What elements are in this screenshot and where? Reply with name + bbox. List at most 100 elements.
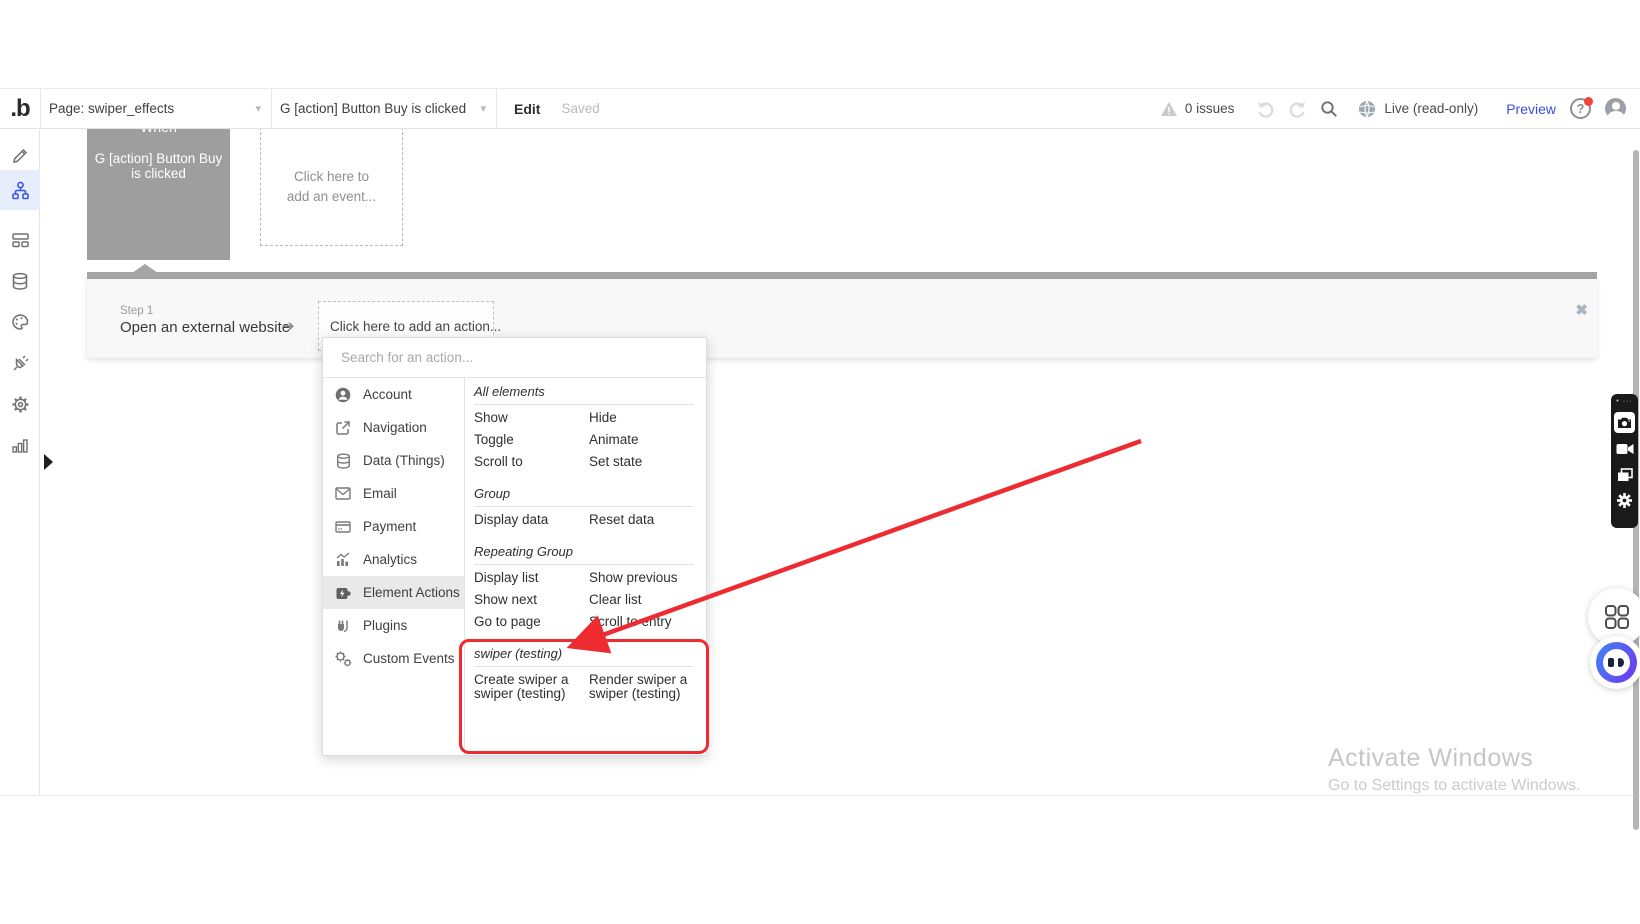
page-selector-dropdown[interactable]: Page: swiper_effects ▾ [41,89,271,128]
bubble-workflow-editor: .b Page: swiper_effects ▾ G [action] But… [0,0,1640,924]
category-analytics[interactable]: Analytics [323,543,464,576]
action-item-display-data[interactable]: Display data [474,509,589,531]
editor-sidebar [0,130,40,795]
sidebar-item-plugins[interactable] [0,343,40,383]
category-payment[interactable]: Payment [323,510,464,543]
windows-activation-watermark: Activate Windows Go to Settings to activ… [1328,744,1581,795]
top-toolbar: .b Page: swiper_effects ▾ G [action] But… [0,88,1640,129]
bubble-logo[interactable]: .b [0,89,40,128]
assistant-button[interactable] [1590,636,1640,689]
screen-capture-toolbar: • ··· [1611,394,1638,528]
help-button[interactable]: ? [1570,98,1591,119]
category-email[interactable]: Email [323,477,464,510]
components-icon [11,231,30,249]
pencil-icon [11,147,29,165]
step-action-title[interactable]: Open an external website [120,319,290,336]
page-selector-label: Page: swiper_effects [49,101,174,116]
category-plugins[interactable]: Plugins [323,609,464,642]
watermark-title: Activate Windows [1328,744,1581,773]
action-item-show[interactable]: Show [474,407,589,429]
sidebar-item-components[interactable] [0,220,40,260]
issues-indicator[interactable]: 0 issues [1160,101,1249,117]
section-header-swiper-testing: swiper (testing) [474,642,694,667]
category-data-things[interactable]: Data (Things) [323,444,464,477]
arrow-right-icon: ➔ [282,317,295,335]
step-panel: Step 1 Open an external website ➔ Click … [87,264,1597,358]
sidebar-item-styles[interactable] [0,302,40,342]
live-mode-selector[interactable]: Live (read-only) [1346,100,1492,118]
record-video-button[interactable] [1614,438,1635,459]
issues-count-label: 0 issues [1185,101,1235,116]
assistant-face-icon [1596,642,1637,683]
close-icon[interactable]: ✖ [1575,301,1588,319]
action-item-render-swiper[interactable]: Render swiper a swiper (testing) [589,669,694,705]
workflow-event-card[interactable]: When G [action] Button Buy is clicked [87,112,230,260]
search-button[interactable] [1313,89,1345,128]
user-avatar[interactable] [1605,98,1626,119]
step-panel-body: Step 1 Open an external website ➔ Click … [87,279,1597,358]
category-custom-events[interactable]: Custom Events [323,642,464,675]
live-mode-label: Live (read-only) [1384,101,1478,116]
edit-button[interactable]: Edit [514,89,540,128]
action-menu: Account Navigation Data (Things) [322,337,707,756]
action-item-scroll-to[interactable]: Scroll to [474,451,589,473]
category-account[interactable]: Account [323,378,464,411]
category-label: Data (Things) [363,453,445,468]
section-items: Display list Show previous Show next Cle… [474,565,694,633]
action-item-create-swiper[interactable]: Create swiper a swiper (testing) [474,669,589,705]
category-navigation[interactable]: Navigation [323,411,464,444]
section-header-all-elements: All elements [474,380,694,405]
action-item-display-list[interactable]: Display list [474,567,589,589]
action-item-clear-list[interactable]: Clear list [589,589,694,611]
capture-settings-button[interactable] [1614,490,1635,511]
analytics-icon [323,552,363,567]
section-header-repeating-group: Repeating Group [474,540,694,565]
video-icon [1616,443,1634,455]
panel-expand-arrow[interactable] [44,454,53,470]
action-item-animate[interactable]: Animate [589,429,694,451]
watermark-subtitle: Go to Settings to activate Windows. [1328,777,1581,795]
drag-handle-dots[interactable]: • ··· [1616,397,1632,407]
camera-icon [1617,416,1632,429]
action-item-scroll-to-entry[interactable]: Scroll to entry [589,611,694,633]
action-search-row [323,338,706,378]
action-item-go-to-page[interactable]: Go to page [474,611,589,633]
preview-button[interactable]: Preview [1492,101,1570,117]
step-panel-top-bar [87,272,1597,279]
saved-status: Saved [561,89,599,128]
plug-icon [11,354,30,373]
puzzle-bolt-icon [323,585,363,601]
undo-button[interactable] [1249,89,1281,128]
search-icon [1320,100,1338,118]
credit-card-icon [323,521,363,533]
action-item-show-previous[interactable]: Show previous [589,567,694,589]
workflow-selector-label: G [action] Button Buy is clicked [280,101,466,116]
screenshot-button[interactable] [1614,412,1635,433]
sidebar-item-data[interactable] [0,261,40,301]
redo-icon [1288,100,1307,118]
section-items: Show Hide Toggle Animate Scroll to Set s… [474,405,694,473]
copies-button[interactable] [1614,464,1635,485]
workflow-icon [11,181,30,200]
action-item-hide[interactable]: Hide [589,407,694,429]
divider [496,89,497,128]
action-items-panel: All elements Show Hide Toggle Animate Sc… [464,378,706,755]
sidebar-item-logs[interactable] [0,425,40,465]
notification-dot [1584,97,1593,106]
add-event-placeholder-card[interactable]: Click here to add an event... [260,127,403,246]
gear-icon [11,395,30,414]
sidebar-item-workflow[interactable] [0,170,40,210]
category-label: Account [363,387,412,402]
database-icon [323,453,363,469]
action-item-set-state[interactable]: Set state [589,451,694,473]
category-element-actions[interactable]: Element Actions [323,576,464,609]
action-item-show-next[interactable]: Show next [474,589,589,611]
action-search-input[interactable] [323,350,706,365]
sidebar-item-settings[interactable] [0,384,40,424]
action-item-toggle[interactable]: Toggle [474,429,589,451]
category-label: Email [363,486,397,501]
action-item-reset-data[interactable]: Reset data [589,509,694,531]
workflow-selector-dropdown[interactable]: G [action] Button Buy is clicked ▾ [272,89,496,128]
redo-button[interactable] [1281,89,1313,128]
canvas-edge [0,795,1640,796]
